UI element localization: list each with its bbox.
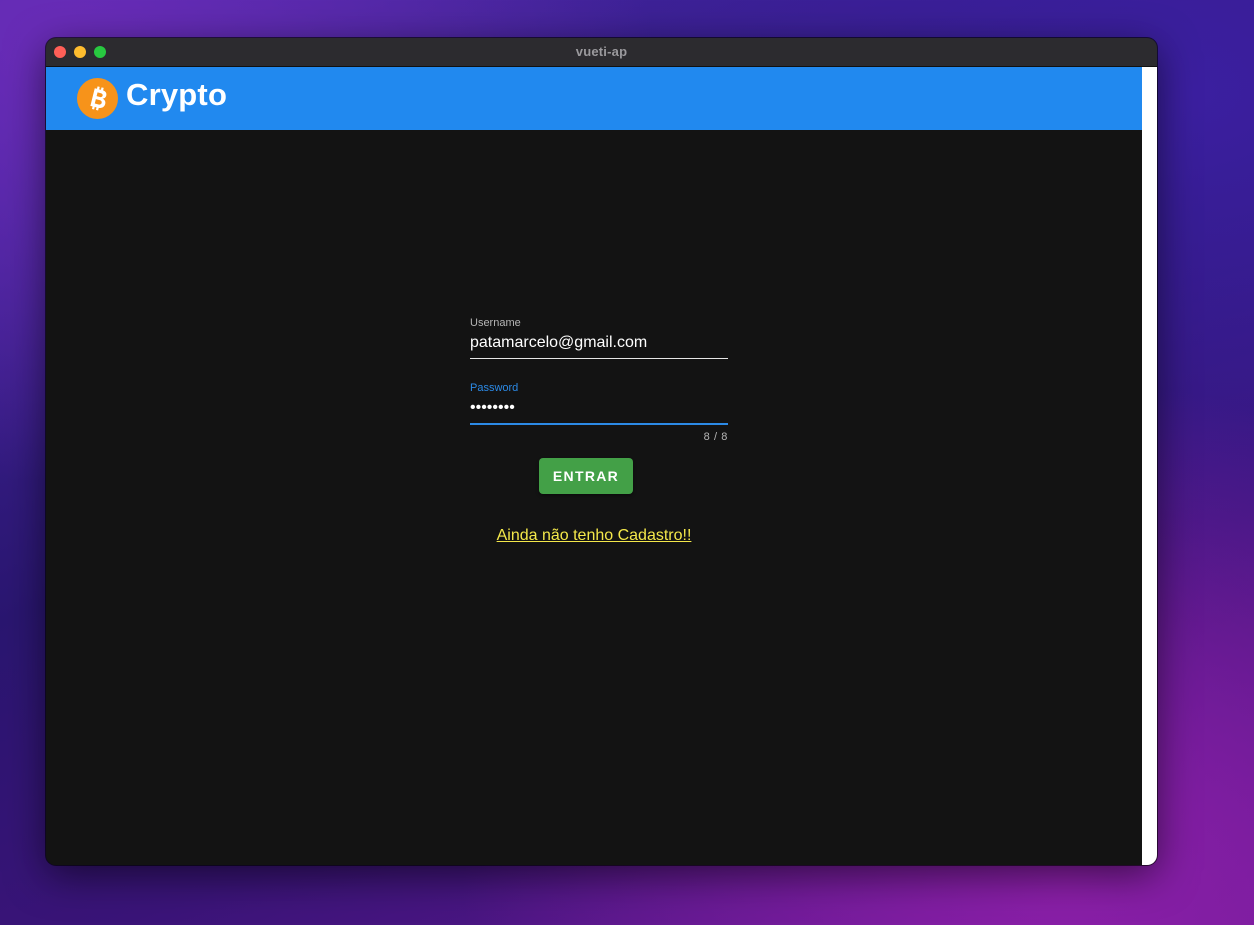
password-label: Password [470, 382, 519, 394]
username-field: Username [470, 316, 728, 359]
app-bar: Crypto [46, 67, 1142, 130]
password-input[interactable] [470, 395, 728, 425]
login-form: Username Password 8 / 8 [470, 316, 728, 443]
window-title: vueti-ap [575, 44, 628, 59]
bitcoin-icon [77, 78, 118, 119]
window-titlebar: vueti-ap [46, 38, 1157, 67]
login-submit-button[interactable]: ENTRAR [539, 458, 633, 494]
app-window: vueti-ap Crypto Username Pas [46, 38, 1157, 865]
register-link[interactable]: Ainda não tenho Cadastro!! [497, 527, 692, 544]
username-input[interactable] [470, 330, 728, 359]
page-scrollbar[interactable] [1142, 67, 1157, 865]
register-link-row: Ainda não tenho Cadastro!! [46, 527, 1142, 545]
app-content: Crypto Username Password 8 / 8 ENTRAR Ai… [46, 67, 1142, 865]
username-label: Username [470, 317, 521, 329]
password-field: Password 8 / 8 [470, 381, 728, 443]
password-char-counter: 8 / 8 [703, 431, 728, 443]
app-brand-title: Crypto [126, 77, 228, 112]
